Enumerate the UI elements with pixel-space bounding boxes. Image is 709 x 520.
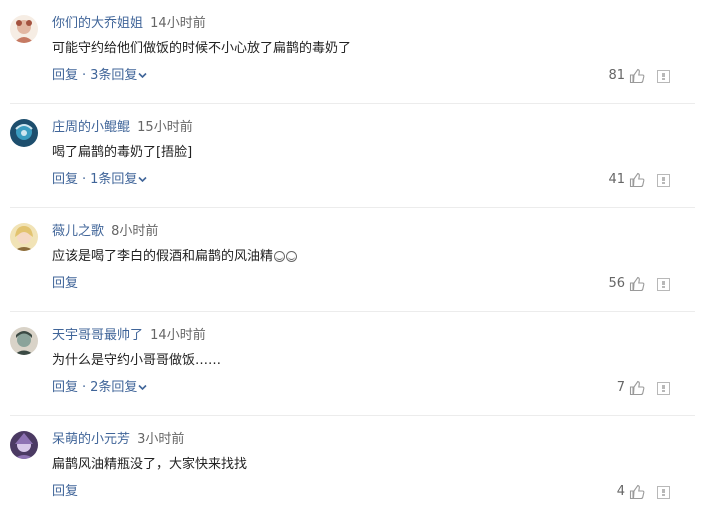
replies-count: 1条回复 [90,172,138,187]
username[interactable]: 薇儿之歌 [52,224,104,239]
timestamp: 14小时前 [150,328,206,343]
comment-item: 天宇哥哥最帅了 14小时前 为什么是守约小哥哥做饭…… 回复 · 2条回复 7 [10,312,695,416]
reply-button[interactable]: 回复 [52,380,78,395]
report-icon[interactable] [657,173,670,187]
chevron-down-icon [138,384,148,391]
username[interactable]: 庄周的小鲲鲲 [52,120,130,135]
reply-button[interactable]: 回复 [52,68,78,83]
comment-text: 可能守约给他们做饭的时候不小心放了扁鹊的毒奶了 [52,41,352,56]
report-icon[interactable] [657,277,670,291]
timestamp: 3小时前 [137,432,185,447]
avatar[interactable] [10,431,38,459]
reply-button[interactable]: 回复 [52,172,78,187]
replies-count: 2条回复 [90,380,138,395]
avatar[interactable] [10,119,38,147]
like-count: 7 [616,380,625,395]
comment-list: 你们的大乔姐姐 14小时前 可能守约给他们做饭的时候不小心放了扁鹊的毒奶了 回复… [0,0,709,520]
report-icon[interactable] [657,485,670,499]
comment-text-body: 应该是喝了李白的假酒和扁鹊的风油精 [52,249,274,264]
timestamp: 14小时前 [150,16,206,31]
timestamp: 8小时前 [111,224,159,239]
username[interactable]: 你们的大乔姐姐 [52,16,143,31]
avatar[interactable] [10,15,38,43]
thumbs-up-icon[interactable] [629,484,645,500]
reply-button[interactable]: 回复 [52,484,78,499]
timestamp: 15小时前 [137,120,193,135]
comment-text: 扁鹊风油精瓶没了，大家快来找找 [52,457,248,472]
thumbs-up-icon[interactable] [629,380,645,396]
replies-toggle[interactable]: 2条回复 [90,380,148,395]
chevron-down-icon [138,72,148,79]
replies-toggle[interactable]: 3条回复 [90,68,148,83]
username[interactable]: 天宇哥哥最帅了 [52,328,143,343]
separator: · [82,68,87,83]
report-icon[interactable] [657,69,670,83]
avatar[interactable] [10,327,38,355]
separator: · [82,380,87,395]
username[interactable]: 呆萌的小元芳 [52,432,130,447]
comment-item: 你们的大乔姐姐 14小时前 可能守约给他们做饭的时候不小心放了扁鹊的毒奶了 回复… [10,0,695,104]
comment-item: 薇儿之歌 8小时前 应该是喝了李白的假酒和扁鹊的风油精 回复 56 [10,208,695,312]
like-count: 56 [608,276,625,291]
replies-toggle[interactable]: 1条回复 [90,172,148,187]
comment-text: 为什么是守约小哥哥做饭…… [52,353,222,368]
smiley-emoji-icon [274,251,286,262]
like-count: 81 [608,68,625,83]
replies-count: 3条回复 [90,68,138,83]
smiley-emoji-icon [286,251,298,262]
report-icon[interactable] [657,381,670,395]
comment-item: 庄周的小鲲鲲 15小时前 喝了扁鹊的毒奶了[捂脸] 回复 · 1条回复 41 [10,104,695,208]
thumbs-up-icon[interactable] [629,68,645,84]
comment-text: 应该是喝了李白的假酒和扁鹊的风油精 [52,247,298,267]
like-count: 41 [608,172,625,187]
thumbs-up-icon[interactable] [629,276,645,292]
comment-item: 呆萌的小元芳 3小时前 扁鹊风油精瓶没了，大家快来找找 回复 4 [10,416,695,520]
chevron-down-icon [138,176,148,183]
thumbs-up-icon[interactable] [629,172,645,188]
separator: · [82,172,87,187]
avatar[interactable] [10,223,38,251]
like-count: 4 [616,484,625,499]
reply-button[interactable]: 回复 [52,276,78,291]
comment-text: 喝了扁鹊的毒奶了[捂脸] [52,145,193,160]
